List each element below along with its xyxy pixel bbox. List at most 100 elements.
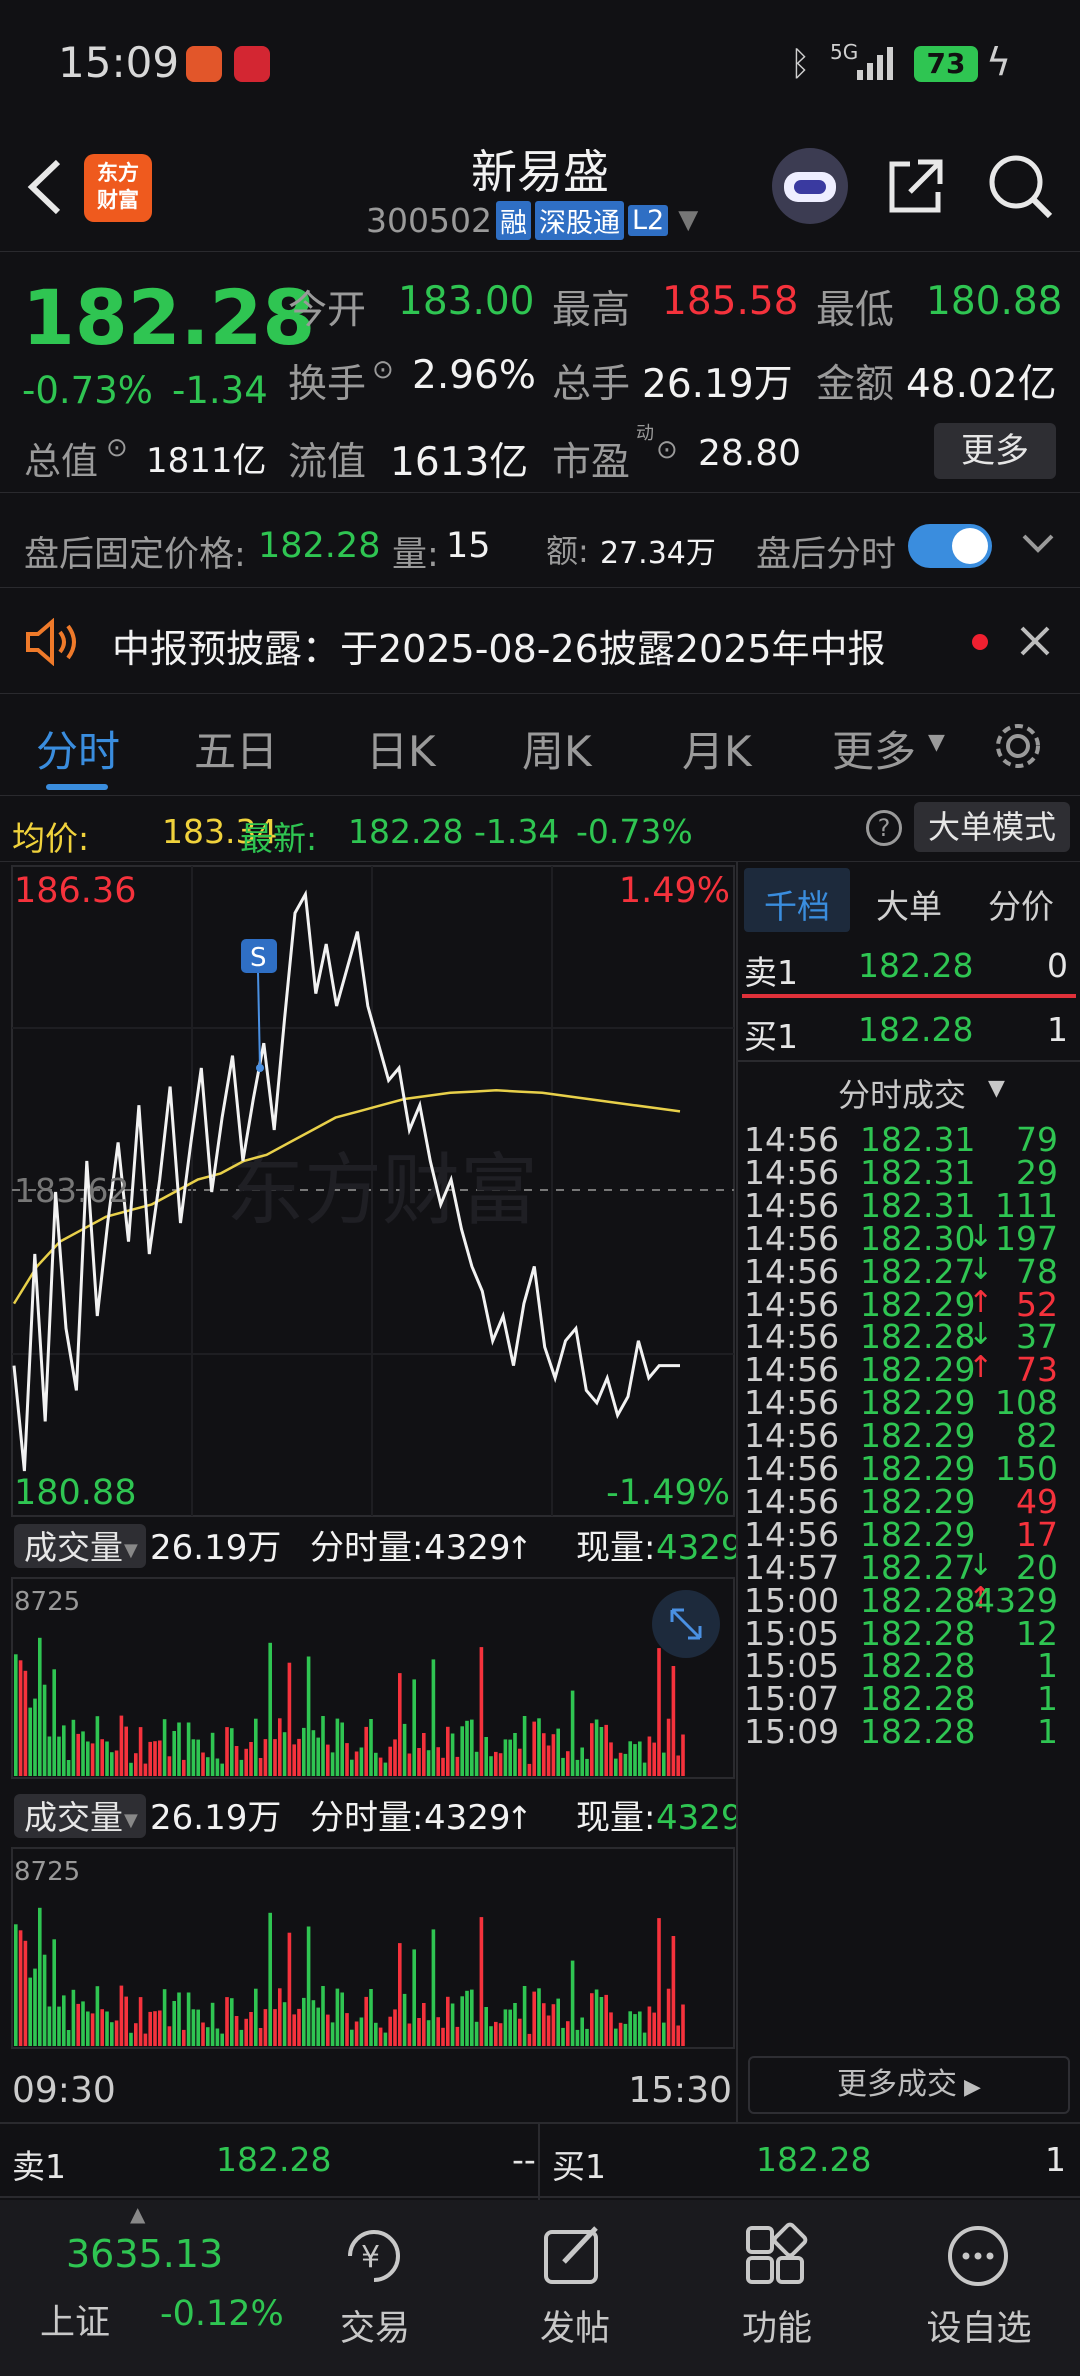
nav-add-watchlist[interactable]: 设自选 — [914, 2300, 1044, 2351]
volume-bar — [90, 2013, 95, 2046]
index-value[interactable]: 3635.13 — [66, 2232, 223, 2276]
notice-text: 中报预披露：于2025-08-26披露2025年中报 — [112, 627, 886, 671]
volume-bar — [297, 1738, 301, 1776]
settings-gear-icon[interactable] — [990, 718, 1046, 774]
volume-bar — [258, 1758, 263, 1776]
volume-bar — [638, 2011, 642, 2046]
volume-bar — [570, 1960, 575, 2046]
open-value: 183.00 — [398, 279, 535, 324]
tab-daily-k[interactable]: 日K — [366, 718, 436, 779]
nav-functions[interactable]: 功能 — [712, 2300, 842, 2351]
time-axis-start: 09:30 — [12, 2070, 116, 2111]
tick-arrow: ↓ — [968, 1251, 994, 1287]
info-icon[interactable]: ⊙ — [372, 355, 394, 385]
volume-bar — [599, 1997, 604, 2046]
volume-bar — [590, 1723, 594, 1776]
market-cap-label: 总值 — [24, 440, 98, 483]
after-hours-amt-label: 额: — [546, 532, 589, 570]
bottom-nav: ▲ 3635.13 上证 -0.12% ¥ 交易 发帖 功能 设自选 — [0, 2200, 1080, 2376]
volume-bar — [172, 1731, 176, 1776]
tab-five-day[interactable]: 五日 — [194, 718, 278, 779]
volume-bar — [537, 1718, 541, 1776]
volume-bar — [71, 1719, 76, 1776]
big-order-mode-button[interactable]: 大单模式 — [914, 802, 1070, 852]
sell1-volume: 0 — [1047, 946, 1068, 985]
volume-bar — [455, 2026, 460, 2046]
volume-bar — [47, 1736, 52, 1776]
volume-bar — [470, 1719, 474, 1776]
tab-monthly-k[interactable]: 月K — [682, 718, 752, 779]
index-name[interactable]: 上证 — [40, 2294, 110, 2345]
volume-bar — [119, 1985, 124, 2046]
intraday-chart[interactable]: 东方财富 S 186.36 1.49% 183.62 180.88 -1.49%… — [0, 862, 736, 2122]
volume-bar — [225, 1727, 229, 1776]
badge-l2: L2 — [627, 204, 669, 236]
tab-intraday[interactable]: 分时 — [36, 718, 120, 779]
after-hours-toggle[interactable] — [908, 524, 992, 568]
volume-bar — [671, 1666, 676, 1776]
volume-bar — [210, 1732, 215, 1776]
info-icon-3[interactable]: ⊙ — [656, 435, 678, 465]
volume-bar — [383, 1762, 388, 1776]
app-logo[interactable]: 东方 财富 — [84, 154, 152, 222]
volume-bar — [513, 2003, 517, 2046]
change-percent: -0.73% — [22, 369, 153, 412]
nav-post[interactable]: 发帖 — [510, 2300, 640, 2351]
volume-bar — [71, 1989, 76, 2046]
volume-bar — [182, 2029, 186, 2046]
volume-bar — [162, 1719, 167, 1776]
book-divider — [742, 994, 1076, 998]
chevron-down-icon[interactable] — [1020, 532, 1056, 556]
volume-bar — [542, 2003, 546, 2046]
info-icon-2[interactable]: ⊙ — [106, 433, 128, 463]
trade-icon[interactable]: ¥ — [338, 2222, 410, 2290]
tick-arrow: ↑ — [968, 1284, 994, 1320]
volume-bar — [210, 2002, 215, 2046]
tab-more[interactable]: 更多 — [832, 718, 916, 779]
volume-bar — [153, 1741, 157, 1776]
charging-icon: ϟ — [986, 40, 1012, 84]
volume-bar — [378, 1757, 383, 1776]
close-icon[interactable] — [1018, 624, 1052, 658]
volume-bar — [38, 1637, 42, 1776]
volume-bar — [335, 1718, 340, 1776]
notice-bar[interactable]: 中报预披露：于2025-08-26披露2025年中报 — [0, 590, 1080, 694]
more-dots-icon[interactable] — [944, 2222, 1012, 2290]
volume-bar — [393, 2009, 397, 2046]
volume-bar — [398, 1943, 402, 2046]
volume-bar — [191, 1739, 196, 1776]
volume-bar — [498, 2023, 503, 2046]
share-icon[interactable] — [884, 154, 948, 218]
volume-bar — [244, 1748, 248, 1776]
volume-bar — [628, 1741, 632, 1776]
post-icon[interactable] — [540, 2222, 608, 2290]
tab-order-depth[interactable]: 千档 — [764, 880, 830, 928]
functions-grid-icon[interactable] — [742, 2222, 810, 2290]
index-change-pct[interactable]: -0.12% — [160, 2294, 284, 2334]
volume-bar — [196, 2009, 200, 2046]
help-icon[interactable]: ? — [866, 810, 902, 846]
separator — [538, 2124, 540, 2200]
ticks-title[interactable]: 分时成交 — [838, 1070, 966, 1116]
tab-price-distribution[interactable]: 分价 — [988, 880, 1054, 928]
volume-bar — [671, 1936, 676, 2046]
volume-bar — [527, 2033, 532, 2046]
tab-weekly-k[interactable]: 周K — [522, 718, 592, 779]
volume-bar — [57, 1736, 61, 1776]
volume-bar — [647, 1736, 652, 1776]
volume-bar — [402, 1993, 407, 2046]
back-icon[interactable] — [22, 156, 66, 218]
tab-big-orders[interactable]: 大单 — [876, 880, 942, 928]
search-icon[interactable] — [986, 152, 1056, 222]
volume-bar — [66, 2030, 71, 2046]
more-button[interactable]: 更多 — [934, 423, 1056, 479]
stock-subtitle[interactable]: 300502 融 深股通 L2 ▼ — [366, 200, 698, 240]
sell1-price: 182.28 — [858, 946, 974, 985]
latest-label: 最新: — [240, 819, 318, 858]
y-axis-bottom-price: 180.88 — [14, 1473, 136, 1513]
more-ticks-button[interactable]: 更多成交 ▶ — [748, 2056, 1070, 2114]
volume-bar — [350, 1759, 354, 1776]
chevron-up-icon[interactable]: ▲ — [130, 2202, 145, 2226]
nav-trade[interactable]: 交易 — [310, 2300, 440, 2351]
robot-assistant-icon[interactable] — [772, 148, 848, 224]
